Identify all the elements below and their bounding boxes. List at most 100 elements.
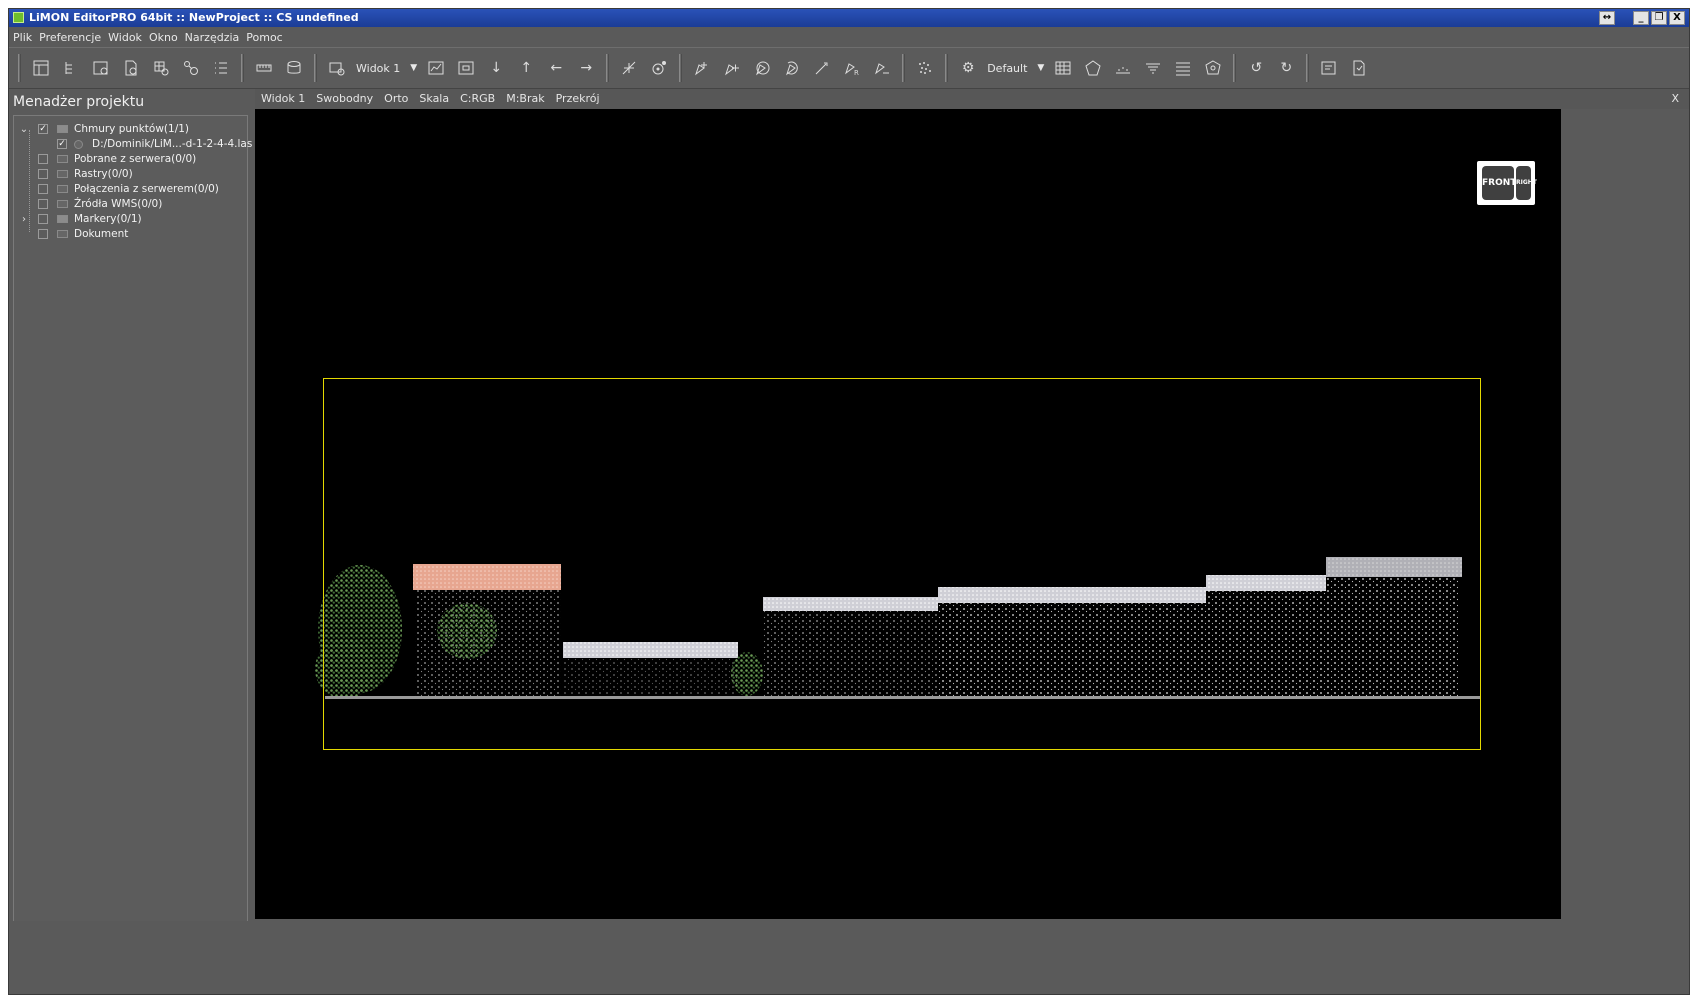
view-selector[interactable]: Widok 1 ▼: [352, 54, 421, 82]
layout-icon[interactable]: [28, 54, 54, 82]
close-view-button[interactable]: X: [1671, 89, 1679, 109]
style-selector-value: Default: [987, 61, 1028, 75]
window-settings-icon[interactable]: [88, 54, 114, 82]
folder-icon: [57, 125, 68, 133]
pen-rotate-alt-icon[interactable]: [779, 54, 805, 82]
properties-icon[interactable]: [1316, 54, 1342, 82]
layers-icon[interactable]: [1170, 54, 1196, 82]
tree-item-chmury[interactable]: ⌄ ✓ Chmury punktów(1/1): [14, 122, 244, 137]
toolbar-grip[interactable]: [18, 54, 21, 82]
tab-orto[interactable]: Orto: [384, 89, 408, 109]
checkbox-las-file[interactable]: ✓: [57, 139, 67, 149]
toolbar-grip[interactable]: [606, 54, 610, 82]
app-logo-icon: [13, 12, 24, 23]
minimize-button[interactable]: _: [1633, 11, 1649, 25]
chevron-down-icon[interactable]: ⌄: [19, 122, 29, 137]
arrow-up-icon[interactable]: ↑: [513, 54, 539, 82]
menu-widok[interactable]: Widok: [108, 28, 142, 47]
checkbox-rastry[interactable]: [38, 169, 48, 179]
pen-add-icon[interactable]: [689, 54, 715, 82]
filter-icon[interactable]: [1200, 54, 1226, 82]
pen-r-icon[interactable]: R: [839, 54, 865, 82]
gear-icon[interactable]: ⚙: [955, 54, 981, 82]
tab-swobodny[interactable]: Swobodny: [316, 89, 373, 109]
selection-bounding-box[interactable]: [323, 378, 1481, 750]
menu-plik[interactable]: Plik: [13, 28, 32, 47]
nodes-settings-icon[interactable]: [178, 54, 204, 82]
ruler-icon[interactable]: [251, 54, 277, 82]
tab-przekroj[interactable]: Przekrój: [556, 89, 600, 109]
snap-point-icon[interactable]: [616, 54, 642, 82]
redo-icon[interactable]: ↻: [1273, 54, 1299, 82]
tab-marker-mode[interactable]: M:Brak: [506, 89, 544, 109]
arrow-left-icon[interactable]: ←: [543, 54, 569, 82]
tree-item-rastry[interactable]: Rastry(0/0): [14, 167, 244, 182]
pen-scale-icon[interactable]: [809, 54, 835, 82]
restore-button[interactable]: ❐: [1651, 11, 1667, 25]
grid-icon[interactable]: [1050, 54, 1076, 82]
tree-view-icon[interactable]: [58, 54, 84, 82]
tree-item-las-file[interactable]: ✓ D:/Dominik/LiM...-d-1-2-4-4.las: [14, 137, 252, 152]
list-icon[interactable]: [208, 54, 234, 82]
target-icon[interactable]: [646, 54, 672, 82]
pen-move-icon[interactable]: [719, 54, 745, 82]
menu-preferencje[interactable]: Preferencje: [39, 28, 101, 47]
menu-okno[interactable]: Okno: [149, 28, 178, 47]
tab-color-mode[interactable]: C:RGB: [460, 89, 495, 109]
tree-label: Rastry(0/0): [74, 168, 133, 180]
folder-icon: [57, 155, 68, 163]
svg-text:R: R: [854, 69, 859, 77]
point-cloud-icon[interactable]: [912, 54, 938, 82]
3d-viewport[interactable]: FRONT RIGHT: [255, 109, 1561, 919]
polygon-icon[interactable]: [1080, 54, 1106, 82]
profile-icon[interactable]: [1110, 54, 1136, 82]
menu-pomoc[interactable]: Pomoc: [246, 28, 282, 47]
frame-icon[interactable]: [453, 54, 479, 82]
toolbar-grip[interactable]: [1233, 54, 1237, 82]
pen-rotate-icon[interactable]: [749, 54, 775, 82]
chevron-down-icon[interactable]: ▼: [410, 63, 417, 73]
point-cloud-file-icon: [74, 140, 83, 149]
panel-title: Menadżer projektu: [13, 94, 145, 110]
grid-settings-icon[interactable]: [148, 54, 174, 82]
checkbox-chmury[interactable]: ✓: [38, 124, 48, 134]
toolbar-grip[interactable]: [945, 54, 949, 82]
checkbox-pobrane[interactable]: [38, 154, 48, 164]
tree-label: Połączenia z serwerem(0/0): [74, 183, 219, 195]
toolbar-grip[interactable]: [1306, 54, 1310, 82]
view-settings-icon[interactable]: [324, 54, 350, 82]
chevron-down-icon[interactable]: ▼: [1037, 63, 1044, 73]
tree-item-markery[interactable]: › Markery(0/1): [14, 212, 244, 227]
surface-icon[interactable]: [1140, 54, 1166, 82]
toolbar-grip[interactable]: [679, 54, 683, 82]
tree-item-zrodla-wms[interactable]: Źródła WMS(0/0): [14, 197, 244, 212]
arrow-down-icon[interactable]: ↓: [483, 54, 509, 82]
pen-remove-icon[interactable]: [869, 54, 895, 82]
checkbox-polaczenia[interactable]: [38, 184, 48, 194]
tab-widok-1[interactable]: Widok 1: [261, 89, 305, 109]
database-icon[interactable]: [281, 54, 307, 82]
bottom-frame: [9, 921, 1689, 927]
toolbar-grip[interactable]: [314, 54, 317, 82]
chevron-right-icon[interactable]: ›: [19, 212, 29, 227]
undo-icon[interactable]: ↺: [1243, 54, 1269, 82]
resize-toggle-button[interactable]: ↔: [1599, 11, 1615, 25]
tree-item-dokument[interactable]: Dokument: [14, 227, 244, 242]
style-selector[interactable]: Default ▼: [983, 54, 1048, 82]
tree-label: Źródła WMS(0/0): [74, 198, 163, 210]
document-settings-icon[interactable]: [118, 54, 144, 82]
tab-skala[interactable]: Skala: [419, 89, 449, 109]
title-bar[interactable]: LiMON EditorPRO 64bit :: NewProject :: C…: [9, 9, 1689, 27]
checkbox-zrodla-wms[interactable]: [38, 199, 48, 209]
toolbar-grip[interactable]: [241, 54, 244, 82]
checkbox-dokument[interactable]: [38, 229, 48, 239]
tree-item-polaczenia[interactable]: Połączenia z serwerem(0/0): [14, 182, 244, 197]
chart-icon[interactable]: [423, 54, 449, 82]
toolbar-grip[interactable]: [902, 54, 906, 82]
report-icon[interactable]: [1346, 54, 1372, 82]
menu-narzedzia[interactable]: Narzędzia: [185, 28, 240, 47]
tree-item-pobrane[interactable]: Pobrane z serwera(0/0): [14, 152, 244, 167]
arrow-right-icon[interactable]: →: [573, 54, 599, 82]
checkbox-markery[interactable]: [38, 214, 48, 224]
close-window-button[interactable]: X: [1669, 11, 1685, 25]
